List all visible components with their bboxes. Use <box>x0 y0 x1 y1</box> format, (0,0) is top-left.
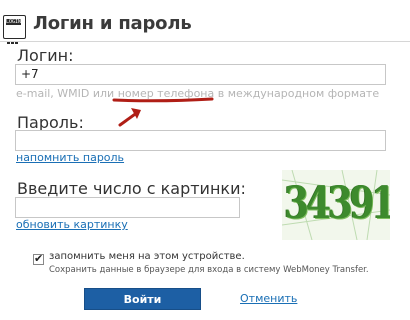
checkmark-icon: ✔ <box>34 252 44 265</box>
recover-password-link[interactable]: напомнить пароль <box>16 151 124 164</box>
remember-checkbox[interactable]: ✔ <box>33 252 44 265</box>
remember-subtext: Сохранить данные в браузере для входа в … <box>49 265 369 275</box>
captcha-input[interactable] <box>15 197 240 218</box>
login-panel: LOGIN Логин и пароль Логин: +7 e-mail, W… <box>0 0 410 320</box>
captcha-image: 34391 <box>282 170 390 240</box>
captcha-label: Введите число с картинки: <box>17 179 246 198</box>
password-input[interactable] <box>15 130 386 151</box>
login-button[interactable]: Войти <box>84 288 201 310</box>
refresh-captcha-link[interactable]: обновить картинку <box>16 218 128 231</box>
remember-label: запомнить меня на этом устройстве. <box>49 251 245 262</box>
captcha-text: 34391 <box>284 178 390 229</box>
cancel-link[interactable]: Отменить <box>240 292 297 305</box>
